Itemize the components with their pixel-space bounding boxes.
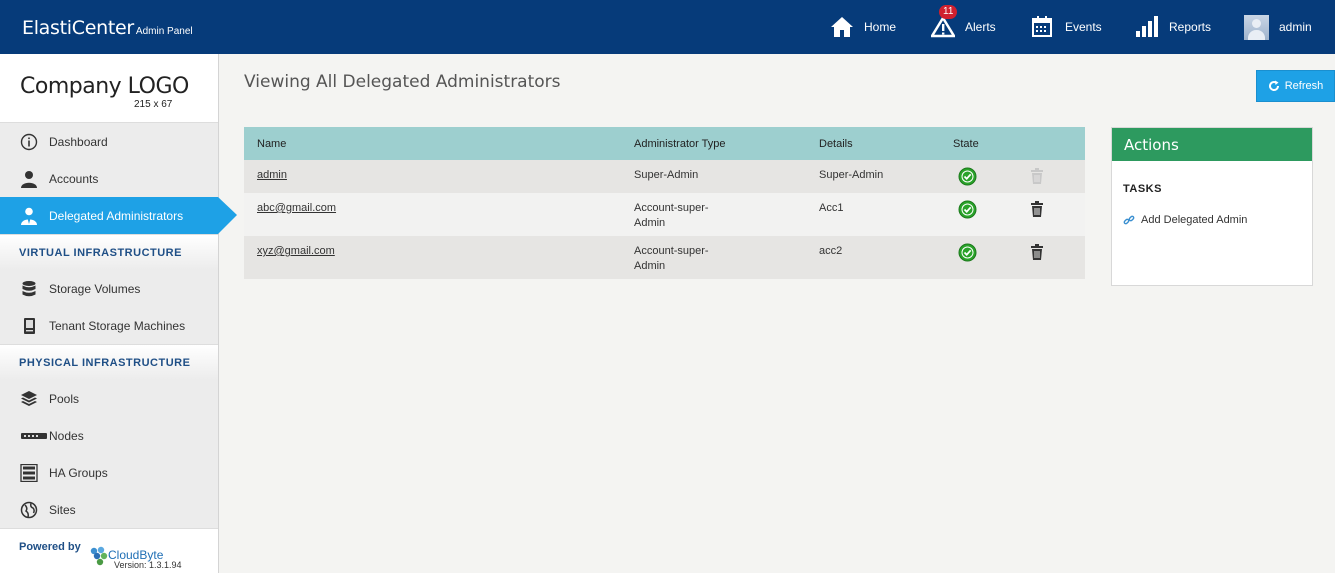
section-virtual-infrastructure: VIRTUAL INFRASTRUCTURE: [0, 234, 218, 270]
ha-group-icon: [20, 463, 38, 482]
column-state[interactable]: State: [953, 138, 979, 150]
tasks-label: TASKS: [1123, 183, 1162, 195]
trash-icon-disabled: [1030, 168, 1044, 184]
sidebar-item-label: Delegated Administrators: [49, 208, 184, 223]
sidebar-item-pools[interactable]: Pools: [0, 380, 218, 417]
home-icon: [830, 15, 854, 39]
nav-home[interactable]: Home: [830, 0, 896, 54]
powered-by-label: Powered by: [19, 541, 81, 553]
column-details[interactable]: Details: [819, 138, 853, 150]
state-active-icon: [958, 200, 977, 219]
admin-details: acc2: [819, 245, 843, 257]
admin-type: Account-super-Admin: [634, 245, 709, 272]
column-administrator-type[interactable]: Administrator Type: [634, 138, 726, 150]
bar-chart-icon: [1135, 15, 1159, 39]
refresh-icon: [1268, 80, 1280, 92]
calendar-icon: [1031, 15, 1055, 39]
trash-icon[interactable]: [1030, 201, 1044, 217]
sidebar-item-dashboard[interactable]: Dashboard: [0, 123, 218, 160]
brand-subtitle: Admin Panel: [135, 26, 193, 37]
sidebar-item-label: HA Groups: [49, 465, 108, 480]
sidebar-item-accounts[interactable]: Accounts: [0, 160, 218, 197]
admin-name-link[interactable]: admin: [257, 168, 287, 183]
actions-panel: Actions TASKS Add Delegated Admin: [1111, 127, 1313, 286]
table-row[interactable]: abc@gmail.com Account-super-Admin Acc1: [244, 193, 1085, 236]
company-logo: Company LOGO 215 x 67: [0, 54, 218, 123]
sidebar-item-label: Sites: [49, 502, 76, 517]
refresh-label: Refresh: [1284, 80, 1324, 92]
layers-icon: [20, 390, 38, 408]
logo-title: Company LOGO: [20, 74, 189, 99]
sidebar-item-storage-volumes[interactable]: Storage Volumes: [0, 270, 218, 307]
nav-events[interactable]: Events: [1031, 0, 1102, 54]
sidebar-item-label: Nodes: [49, 428, 84, 443]
add-delegated-admin-link[interactable]: Add Delegated Admin: [1123, 214, 1247, 226]
admin-name-link[interactable]: abc@gmail.com: [257, 201, 336, 216]
sidebar-item-label: Dashboard: [49, 134, 108, 149]
link-icon: [1123, 214, 1135, 226]
state-active-icon: [958, 167, 977, 186]
nav-alerts[interactable]: 11 Alerts: [929, 0, 996, 54]
refresh-button[interactable]: Refresh: [1256, 70, 1335, 102]
version-label: Version: 1.3.1.94: [114, 560, 182, 570]
section-physical-infrastructure: PHYSICAL INFRASTRUCTURE: [0, 344, 218, 380]
sidebar-item-label: Tenant Storage Machines: [49, 318, 186, 333]
logo-dimensions: 215 x 67: [134, 99, 173, 110]
sidebar-item-label: Pools: [49, 391, 80, 406]
trash-icon[interactable]: [1030, 244, 1044, 260]
nav-home-label: Home: [864, 20, 897, 34]
brand[interactable]: ElastiCenter Admin Panel: [22, 17, 193, 39]
admin-type: Account-super-Admin: [634, 202, 709, 229]
add-delegated-admin-label: Add Delegated Admin: [1141, 214, 1248, 226]
nav-alerts-label: Alerts: [965, 20, 996, 34]
nav-events-label: Events: [1065, 20, 1102, 34]
sidebar-item-ha-groups[interactable]: HA Groups: [0, 454, 218, 491]
globe-icon: [20, 501, 38, 519]
admin-details: Super-Admin: [819, 169, 884, 181]
actions-title: Actions: [1112, 128, 1312, 161]
top-bar: ElastiCenter Admin Panel Home 11 Alerts …: [0, 0, 1335, 54]
user-icon: [20, 170, 38, 188]
brand-name: ElastiCenter: [22, 17, 134, 39]
nav-user-label: admin: [1279, 20, 1312, 34]
sidebar-item-delegated-administrators[interactable]: Delegated Administrators: [0, 197, 237, 234]
avatar: [1244, 14, 1269, 40]
database-icon: [20, 280, 38, 298]
page-title: Viewing All Delegated Administrators: [244, 72, 561, 92]
admin-name-link[interactable]: xyz@gmail.com: [257, 244, 335, 259]
admin-type: Super-Admin: [634, 169, 699, 181]
sidebar: Company LOGO 215 x 67 Dashboard Accounts…: [0, 54, 237, 573]
node-icon: [20, 427, 48, 445]
state-active-icon: [958, 243, 977, 262]
admin-table: Name Administrator Type Details State ad…: [244, 127, 1085, 279]
column-name[interactable]: Name: [257, 138, 286, 150]
table-row[interactable]: admin Super-Admin Super-Admin: [244, 160, 1085, 193]
sidebar-item-nodes[interactable]: Nodes: [0, 417, 218, 454]
sidebar-item-label: Accounts: [49, 171, 99, 186]
nav-user[interactable]: admin: [1244, 0, 1312, 54]
admin-details: Acc1: [819, 202, 844, 214]
table-row[interactable]: xyz@gmail.com Account-super-Admin acc2: [244, 236, 1085, 279]
table-header: Name Administrator Type Details State: [244, 127, 1085, 160]
alerts-badge: 11: [939, 5, 958, 19]
nav-reports-label: Reports: [1169, 20, 1212, 34]
sidebar-item-tenant-storage-machines[interactable]: Tenant Storage Machines: [0, 307, 218, 344]
server-icon: [20, 317, 38, 335]
info-icon: [20, 133, 38, 151]
alert-icon: 11: [929, 5, 958, 39]
sidebar-item-label: Storage Volumes: [49, 281, 141, 296]
nav-reports[interactable]: Reports: [1135, 0, 1211, 54]
powered-by: Powered by CloudByte Version: 1.3.1.94: [0, 528, 218, 573]
sidebar-item-sites[interactable]: Sites: [0, 491, 218, 528]
admin-user-icon: [20, 207, 38, 225]
